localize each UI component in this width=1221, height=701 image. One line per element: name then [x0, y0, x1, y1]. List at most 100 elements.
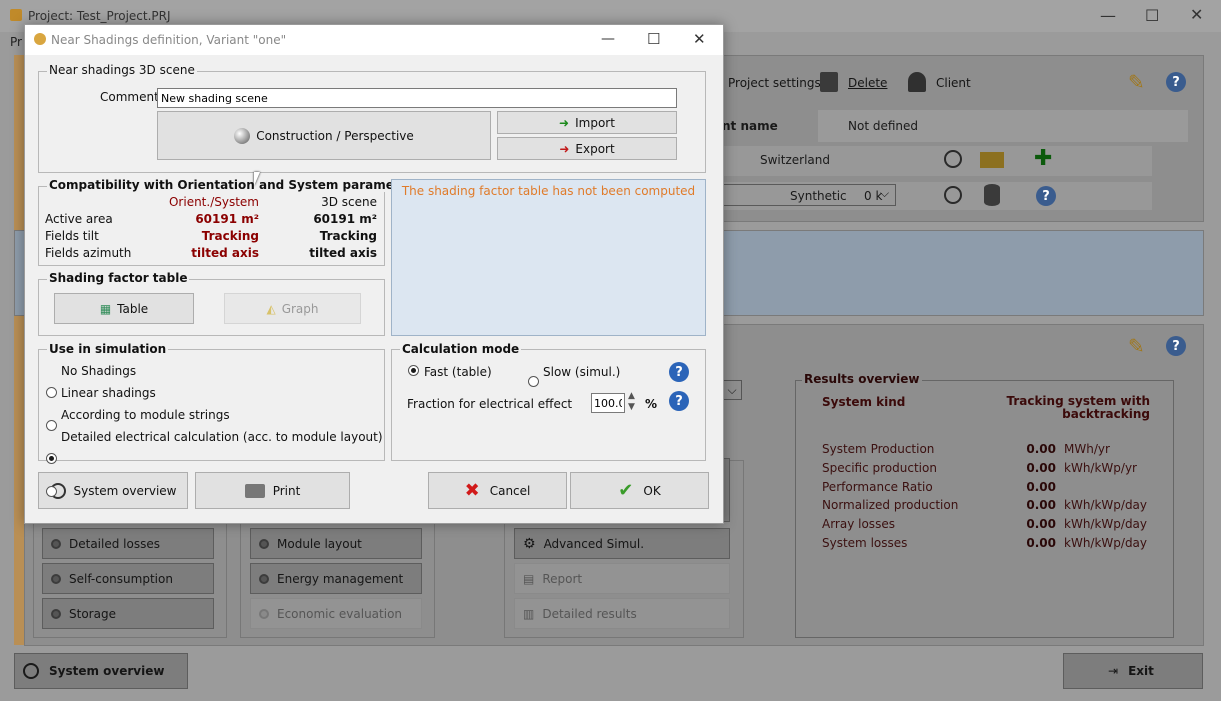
- fraction-help-icon[interactable]: ?: [669, 391, 689, 411]
- result-value: 0.00: [1026, 536, 1056, 550]
- printer-icon: [244, 483, 265, 498]
- compat-row-label: Fields azimuth: [45, 246, 132, 260]
- import-button[interactable]: ➜ Import: [497, 111, 677, 134]
- add-site-icon[interactable]: ✚: [1034, 146, 1052, 171]
- table-button[interactable]: ▦ Table: [54, 293, 194, 324]
- storage-button[interactable]: Storage: [42, 598, 214, 629]
- fast-table-radio[interactable]: [408, 365, 419, 376]
- variant-help-icon[interactable]: ?: [1166, 336, 1186, 356]
- simulation-option-radio[interactable]: [46, 486, 57, 497]
- result-value: 0.00: [1026, 517, 1056, 532]
- fraction-stepper[interactable]: ▲ ▼: [628, 391, 635, 413]
- client-button[interactable]: Client: [936, 76, 971, 90]
- graph-label: Graph: [281, 301, 319, 316]
- use-in-simulation-title: Use in simulation: [47, 342, 169, 356]
- report-label: Report: [542, 571, 583, 586]
- ok-button[interactable]: ✔ OK: [570, 472, 709, 509]
- table-label: Table: [117, 301, 149, 316]
- slow-simul-label: Slow (simul.): [543, 365, 621, 379]
- advanced-simul-button[interactable]: ⚙ Advanced Simul.: [514, 528, 730, 559]
- compat-row-orient-value: 60191 m²: [195, 212, 259, 226]
- main-system-overview-button[interactable]: System overview: [14, 653, 188, 689]
- graph-button[interactable]: ◭ Graph: [224, 293, 361, 324]
- client-icon[interactable]: [908, 72, 926, 92]
- variant-select-stub[interactable]: ⌵: [722, 380, 742, 400]
- status-dot-icon: [259, 538, 269, 549]
- results-overview-title: Results overview: [802, 372, 922, 386]
- fraction-unit: %: [645, 397, 658, 411]
- comment-input[interactable]: [157, 88, 677, 108]
- module-layout-button[interactable]: Module layout: [250, 528, 422, 559]
- project-settings-button[interactable]: Project settings: [728, 76, 821, 90]
- delete-button[interactable]: Delete: [848, 76, 887, 90]
- main-minimize-icon[interactable]: —: [1100, 6, 1116, 25]
- result-value: 0.00: [1026, 460, 1056, 475]
- report-button[interactable]: ▤ Report: [514, 563, 730, 594]
- export-button[interactable]: ➜ Export: [497, 137, 677, 160]
- slow-simul-radio[interactable]: [528, 376, 539, 387]
- import-label: Import: [575, 115, 615, 130]
- cancel-label: Cancel: [489, 483, 531, 498]
- help-icon[interactable]: ?: [1166, 72, 1186, 92]
- scene-group-title: Near shadings 3D scene: [47, 63, 197, 77]
- simulation-option-label: No Shadings: [61, 364, 137, 378]
- delete-icon[interactable]: [820, 72, 838, 92]
- import-arrow-icon: ➜: [559, 115, 570, 130]
- gear-icon: ⚙: [523, 535, 536, 552]
- calc-mode-help-icon[interactable]: ?: [669, 362, 689, 382]
- pencil-icon[interactable]: ✎: [1128, 70, 1145, 94]
- simulation-option-radio[interactable]: [46, 453, 57, 464]
- economic-evaluation-label: Economic evaluation: [277, 606, 403, 621]
- shading-table-group-title: Shading factor table: [47, 271, 190, 285]
- dialog-title-bar: Near Shadings definition, Variant "one" …: [25, 25, 723, 55]
- construction-perspective-button[interactable]: Construction / Perspective: [157, 111, 491, 160]
- exit-button[interactable]: ⇥ Exit: [1063, 653, 1203, 689]
- compat-col2-header: 3D scene: [321, 195, 377, 209]
- result-value: 0.00: [1026, 498, 1056, 513]
- economic-evaluation-button[interactable]: Economic evaluation: [250, 598, 422, 629]
- exit-icon: ⇥: [1108, 664, 1119, 678]
- site-search-icon[interactable]: [944, 150, 962, 168]
- print-button[interactable]: Print: [195, 472, 350, 509]
- result-value: 0.00: [1026, 479, 1056, 494]
- menu-bar-stub[interactable]: Pr: [10, 35, 22, 49]
- result-label: System losses: [822, 536, 908, 550]
- variant-pencil-icon[interactable]: ✎: [1128, 334, 1145, 358]
- simulation-option-radio[interactable]: [46, 420, 57, 431]
- simulation-option-label: Detailed electrical calculation (acc. to…: [61, 430, 383, 444]
- simulation-option-radio[interactable]: [46, 387, 57, 398]
- main-close-icon[interactable]: ✕: [1190, 5, 1203, 24]
- detailed-losses-button[interactable]: Detailed losses: [42, 528, 214, 559]
- result-label: System Production: [822, 442, 935, 456]
- site-name-value: Not defined: [848, 119, 919, 133]
- database-icon[interactable]: [984, 184, 1000, 206]
- meteo-help-icon[interactable]: ?: [1036, 186, 1056, 206]
- self-consumption-label: Self-consumption: [69, 571, 173, 586]
- module-layout-label: Module layout: [277, 536, 362, 551]
- app-icon: [10, 9, 22, 21]
- chevron-down-icon[interactable]: ⌵: [880, 186, 889, 201]
- main-maximize-icon[interactable]: ☐: [1145, 6, 1159, 25]
- export-arrow-icon: ➜: [559, 141, 570, 156]
- exit-label: Exit: [1128, 664, 1154, 678]
- result-value: 0.00: [1026, 442, 1056, 456]
- compat-row-scene-value: 60191 m²: [313, 212, 377, 226]
- compat-row-scene-value: Tracking: [319, 229, 377, 243]
- cancel-button[interactable]: ✖ Cancel: [428, 472, 567, 509]
- meteo-search-icon[interactable]: [944, 186, 962, 204]
- dialog-minimize-icon[interactable]: —: [601, 31, 615, 47]
- self-consumption-button[interactable]: Self-consumption: [42, 563, 214, 594]
- energy-management-button[interactable]: Energy management: [250, 563, 422, 594]
- system-kind-value: Tracking system with backtracking: [1006, 394, 1150, 421]
- detailed-results-button[interactable]: ▥ Detailed results: [514, 598, 730, 629]
- cancel-x-icon: ✖: [464, 480, 480, 501]
- fast-table-label: Fast (table): [424, 365, 492, 379]
- fraction-input[interactable]: [591, 393, 625, 413]
- sphere-icon: [234, 127, 251, 144]
- mouse-cursor-icon: [254, 172, 266, 186]
- dialog-close-icon[interactable]: ✕: [693, 30, 706, 48]
- graph-icon: ◭: [266, 301, 276, 316]
- open-folder-icon[interactable]: [980, 152, 1004, 168]
- dialog-maximize-icon[interactable]: ☐: [647, 30, 660, 48]
- system-overview-button[interactable]: System overview: [38, 472, 188, 509]
